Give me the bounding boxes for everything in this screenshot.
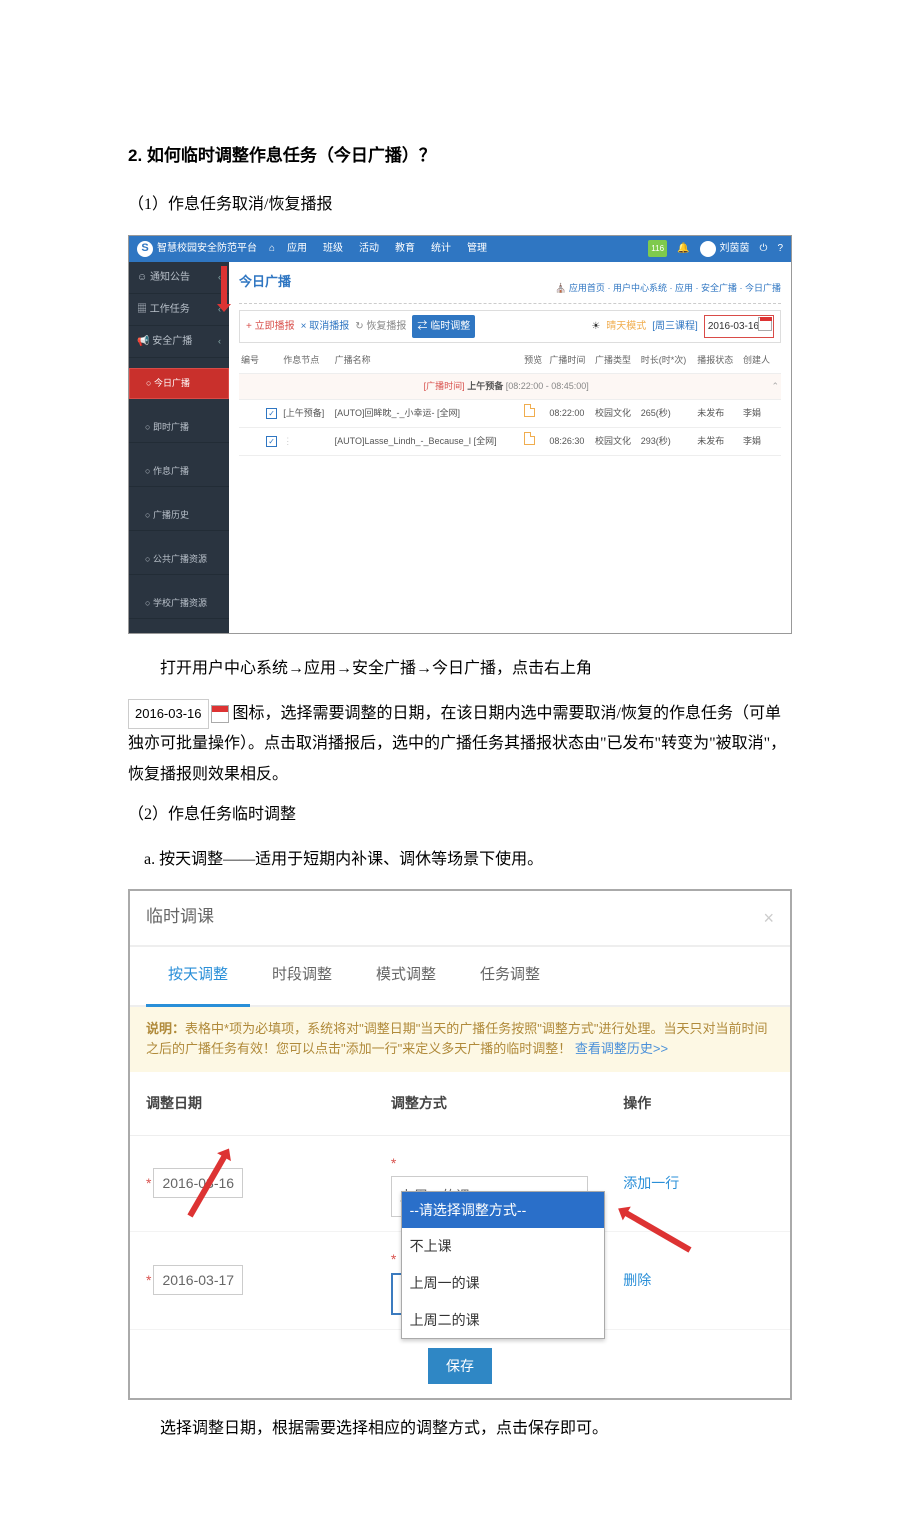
toolbar: + 立即播报 × 取消播报 ↻ 恢复播报 ⇄ 临时调整 ☀ 晴天模式 [周三课程… [239,310,781,343]
main-panel: 今日广播 ⛪ 应用首页 · 用户中心系统 · 应用 · 安全广播 · 今日广播 … [229,262,791,634]
date-picker[interactable]: 2016-03-16 [704,315,774,338]
add-row-link[interactable]: 添加一行 [623,1175,679,1191]
table-row: ✓ ⋮ [AUTO]Lasse_Lindh_-_Because_I [全网] 0… [239,427,781,455]
mode-link[interactable]: [周三课程] [652,317,698,336]
subsection-2a: a. 按天调整——适用于短期内补课、调休等场景下使用。 [128,845,792,875]
sidebar-item-today[interactable]: ○ 今日广播 [129,368,229,399]
sidebar-item-history[interactable]: ○ 广播历史 [129,501,229,531]
sidebar-item-instant[interactable]: ○ 即时广播 [129,413,229,443]
sidebar-item-schedule[interactable]: ○ 作息广播 [129,457,229,487]
tab-by-task[interactable]: 任务调整 [458,947,562,1005]
dropdown-option[interactable]: 上周一的课 [402,1265,605,1302]
home-icon[interactable]: ⌂ [269,239,275,258]
dropdown-option[interactable]: --请选择调整方式-- [402,1192,605,1229]
app-logo: S 智慧校园安全防范平台 [137,239,257,258]
bell-icon[interactable]: 🔔 [677,239,689,258]
sidebar-item-school-res[interactable]: ○ 学校广播资源 [129,589,229,619]
section-heading: 2. 如何临时调整作息任务（今日广播）？ [128,140,792,172]
temp-adjust-button[interactable]: ⇄ 临时调整 [412,315,475,338]
topnav-item[interactable]: 统计 [431,239,451,258]
screenshot-dialog: 临时调课 × 按天调整 时段调整 模式调整 任务调整 说明：表格中*项为必填项，… [128,889,792,1400]
dialog-tabs: 按天调整 时段调整 模式调整 任务调整 [130,947,790,1007]
row-checkbox[interactable]: ✓ [266,408,277,419]
segment-row: [广播时间] 上午预备 [08:22:00 - 08:45:00] ⌃ [239,373,781,399]
user-name[interactable]: 刘茵茵 [720,239,750,258]
table-row: ✓ [上午预备] [AUTO]回眸眈_-_小幸运- [全网] 08:22:00 … [239,399,781,427]
mode-dropdown[interactable]: --请选择调整方式-- 不上课 上周一的课 上周二的课 [401,1191,606,1339]
tab-by-mode[interactable]: 模式调整 [354,947,458,1005]
breadcrumb: ⛪ 应用首页 · 用户中心系统 · 应用 · 安全广播 · 今日广播 [239,280,781,297]
subsection-1: （1）作息任务取消/恢复播报 [128,190,792,220]
broadcast-name-link[interactable]: [AUTO]回眸眈_-_小幸运- [全网] [333,399,523,427]
topnav-item[interactable]: 活动 [359,239,379,258]
screenshot-app-window: S 智慧校园安全防范平台 ⌂ 应用 班级 活动 教育 统计 管理 116 🔔 刘… [128,235,792,635]
sidebar-item-task[interactable]: ▦ 工作任务‹ [129,294,229,326]
notification-badge[interactable]: 116 [648,240,667,257]
save-button[interactable]: 保存 [428,1348,492,1384]
date-field[interactable]: 2016-03-17 [153,1265,243,1295]
dropdown-option[interactable]: 不上课 [402,1228,605,1265]
sidebar-item-broadcast[interactable]: 📢 安全广播‹ [129,326,229,358]
sidebar-item-public-res[interactable]: ○ 公共广播资源 [129,545,229,575]
preview-icon[interactable] [524,432,535,445]
table-header-row: 编号 作息节点 广播名称 预览 广播时间 广播类型 时长(时*次) 播报状态 创… [239,349,781,373]
topnav-item[interactable]: 应用 [287,239,307,258]
broadcast-table: 编号 作息节点 广播名称 预览 广播时间 广播类型 时长(时*次) 播报状态 创… [239,349,781,455]
row-checkbox[interactable]: ✓ [266,436,277,447]
table-header: 调整日期 调整方式 操作 [130,1072,790,1136]
sidebar: ☺ 通知公告‹ ▦ 工作任务‹ 📢 安全广播‹ ○ 今日广播 ○ 即时广播 ○ … [129,262,229,634]
logo-mark-icon: S [137,241,153,257]
broadcast-name-link[interactable]: [AUTO]Lasse_Lindh_-_Because_I [全网] [333,427,523,455]
subsection-2: （2）作息任务临时调整 [128,800,792,830]
sun-icon: ☀ [591,317,600,336]
history-link[interactable]: 查看调整历史>> [575,1041,668,1056]
home-icon[interactable]: ⛪ [555,283,566,293]
drag-handle-icon[interactable]: ⋮ [281,427,332,455]
paragraph: 选择调整日期，根据需要选择相应的调整方式，点击保存即可。 [128,1414,792,1444]
paragraph-with-inline: 2016-03-16 图标，选择需要调整的日期，在该日期内选中需要取消/恢复的作… [128,699,792,790]
topnav-item[interactable]: 管理 [467,239,487,258]
app-name: 智慧校园安全防范平台 [157,239,257,258]
dialog-title: 临时调课 [146,901,214,935]
add-broadcast-button[interactable]: + 立即播报 [246,317,295,336]
sidebar-item-notice[interactable]: ☺ 通知公告‹ [129,262,229,294]
note-box: 说明：表格中*项为必填项，系统将对"调整日期"当天的广播任务按照"调整方式"进行… [130,1007,790,1073]
preview-icon[interactable] [524,404,535,417]
topnav-item[interactable]: 班级 [323,239,343,258]
help-icon[interactable]: ? [777,239,783,258]
annotation-arrow-icon [221,266,227,306]
mode-label: 晴天模式 [606,317,646,336]
tab-by-day[interactable]: 按天调整 [146,947,250,1007]
tab-by-period[interactable]: 时段调整 [250,947,354,1005]
top-nav-items: 应用 班级 活动 教育 统计 管理 [287,239,487,258]
avatar[interactable] [700,241,716,257]
delete-row-link[interactable]: 删除 [623,1272,651,1288]
logout-icon[interactable]: ⏻ [760,239,768,258]
collapse-icon[interactable]: ⌃ [771,378,779,395]
inline-date-chip: 2016-03-16 [128,699,209,730]
calendar-icon [211,705,229,723]
close-icon[interactable]: × [763,901,774,935]
top-navbar: S 智慧校园安全防范平台 ⌂ 应用 班级 活动 教育 统计 管理 116 🔔 刘… [129,236,791,262]
restore-broadcast-button[interactable]: ↻ 恢复播报 [355,317,406,336]
dropdown-option[interactable]: 上周二的课 [402,1302,605,1339]
paragraph: 打开用户中心系统→应用→安全广播→今日广播，点击右上角 [128,654,792,684]
topnav-item[interactable]: 教育 [395,239,415,258]
cancel-broadcast-button[interactable]: × 取消播报 [301,317,350,336]
